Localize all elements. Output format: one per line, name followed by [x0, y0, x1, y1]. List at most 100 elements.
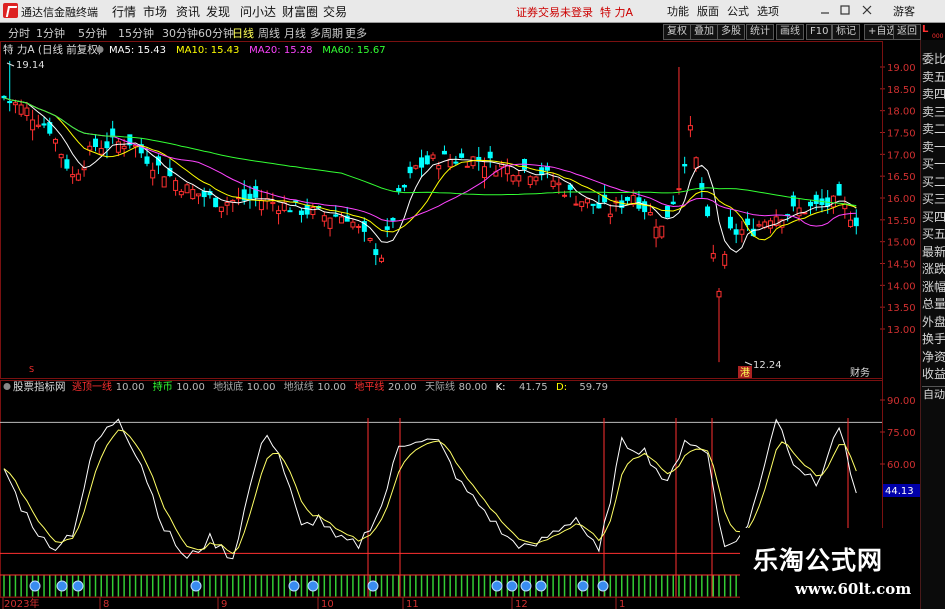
candle-down [298, 210, 304, 215]
side-panel-item-9: 买四 [922, 209, 945, 224]
ma-legend-0: MA5: 15.43 [109, 45, 166, 56]
buy-signal-dot-6 [367, 580, 379, 592]
candle-down [304, 204, 310, 215]
indicator-legend-label-1: 持币 [153, 380, 173, 393]
candle-down [727, 216, 733, 229]
low-pointer [744, 361, 753, 366]
candle-up [184, 184, 190, 194]
candle-down [682, 164, 688, 167]
ma-legend-3: MA60: 15.67 [322, 45, 385, 56]
ma5-line [3, 97, 857, 253]
candle-up [35, 124, 41, 127]
kline-chart[interactable]: 19.00 18.50 18.00 17.50 17.00 16.50 16.00 15.50… [0, 0, 920, 609]
date-axis-label-6: 1 [619, 599, 625, 609]
side-panel-item-12: 涨跌 [922, 262, 945, 276]
candle-down [104, 141, 110, 149]
date-axis-label-5: 12 [515, 599, 528, 609]
indicator-legend-value-1: 10.00 [176, 382, 205, 393]
indicator-legend-value-6: 41.75 [519, 382, 548, 393]
side-panel-item-10: 买五 [922, 227, 945, 241]
candle-down [853, 217, 859, 227]
candle-down [642, 201, 648, 213]
k-line [3, 418, 857, 560]
price-axis-label: 18.00 [887, 107, 916, 118]
candle-down [459, 153, 465, 158]
candle-up [436, 165, 442, 170]
buy-signal-dot-1 [56, 580, 68, 592]
candle-up [716, 290, 722, 298]
candle-up [338, 216, 344, 224]
buy-signal-dot-0 [29, 580, 41, 592]
candle-up [533, 176, 539, 182]
candle-up [178, 191, 184, 196]
candle-up [52, 138, 58, 144]
candle-up [327, 217, 333, 229]
candle-up [70, 174, 76, 178]
candle-down [247, 193, 253, 200]
sub-axis-label: 75.00 [887, 428, 916, 439]
price-axis-label: 17.00 [887, 150, 916, 161]
price-axis-label: 15.50 [887, 216, 916, 227]
candle-up [258, 199, 264, 211]
buy-signal-dot-3 [190, 580, 202, 592]
side-panel-item-14: 总量 [922, 297, 945, 311]
candle-up [687, 125, 693, 131]
ma20-line [3, 97, 857, 227]
candle-up [722, 253, 728, 266]
corner-l-mark: L [922, 24, 929, 35]
side-panel-item-7: 买二 [922, 174, 945, 189]
holding-bars-group [3, 575, 858, 597]
candle-up [115, 141, 121, 153]
indicator-legend-value-3: 10.00 [317, 382, 346, 393]
date-axis-label-4: 11 [406, 599, 419, 609]
candle-down [441, 150, 447, 155]
candle-up [276, 210, 282, 215]
side-panel-item-16: 换手 [922, 332, 945, 346]
side-panel-item-5: 卖一 [922, 139, 945, 154]
buy-signal-dot-10 [535, 580, 547, 592]
candle-up [150, 169, 156, 179]
indicator-legend-label-4: 地平线 [354, 380, 384, 393]
candle-down [144, 156, 150, 164]
candle-up [464, 165, 470, 168]
candle-up [676, 188, 682, 191]
side-panel-auto-tab[interactable]: 自动 [922, 386, 945, 402]
side-panel-item-17: 净资 [922, 349, 945, 364]
sub-legend-settings-icon [3, 383, 11, 390]
candle-down [624, 197, 630, 201]
candle-up [584, 198, 590, 204]
candle-down [373, 249, 379, 256]
candle-up [218, 206, 224, 212]
candle-up [98, 147, 104, 155]
candle-down [93, 138, 99, 148]
candle-up [796, 207, 802, 217]
candle-up [693, 157, 699, 169]
watermark-title: 乐淘公式网 [753, 546, 884, 575]
candle-up [30, 119, 36, 131]
date-axis-label-2: 9 [221, 599, 227, 609]
price-axis-label: 13.00 [887, 325, 916, 336]
candle-down [293, 200, 299, 203]
candle-down [590, 203, 596, 206]
ma60-line [3, 97, 857, 207]
watermark-url: www.60lt.com [795, 580, 912, 598]
indicator-legend-value-2: 10.00 [247, 382, 276, 393]
buy-signal-dot-5 [307, 580, 319, 592]
candle-up [710, 253, 716, 259]
indicator-legend-label-3: 地狱线 [284, 380, 314, 393]
candle-up [12, 102, 18, 106]
buy-signal-dot-8 [506, 580, 518, 592]
indicator-legend-label-2: 地狱底 [213, 380, 243, 393]
candle-up [173, 180, 179, 191]
indicator-legend-value-4: 20.00 [388, 382, 417, 393]
candle-down [836, 184, 842, 196]
date-axis-label-1: 8 [103, 599, 109, 609]
indicator-legend-value-7: 59.79 [579, 382, 608, 393]
date-axis-label-0: 2023年 [4, 597, 39, 609]
candle-down [705, 206, 711, 217]
candle-up [647, 212, 653, 216]
candle-up [367, 237, 373, 241]
price-axis-label: 13.50 [887, 303, 916, 314]
candles-group [1, 60, 859, 363]
corner-sub-mark: 000 [932, 33, 944, 40]
